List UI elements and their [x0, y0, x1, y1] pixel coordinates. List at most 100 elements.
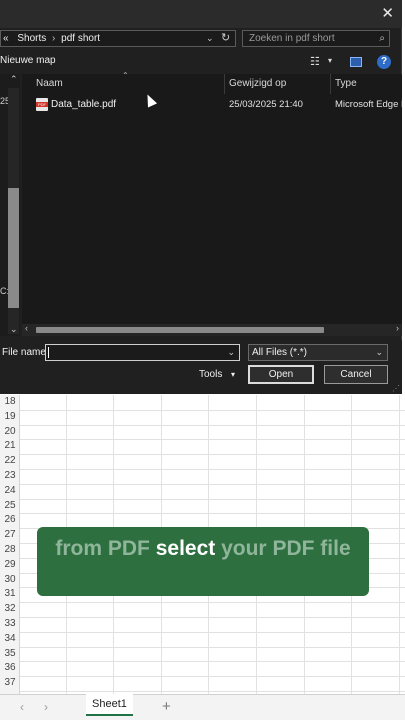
tools-dropdown-icon[interactable]: ▾ — [231, 370, 235, 379]
grid-row-line — [20, 439, 405, 441]
view-dropdown-icon[interactable]: ▾ — [328, 56, 332, 65]
file-type-dropdown-icon[interactable]: ⌄ — [375, 345, 383, 360]
scroll-right-icon[interactable]: › — [396, 323, 399, 333]
breadcrumb-separator-icon: › — [52, 33, 56, 44]
tools-menu[interactable]: Tools — [199, 369, 222, 380]
row-number[interactable]: 22 — [0, 454, 20, 469]
row-number[interactable]: 24 — [0, 484, 20, 499]
column-divider[interactable] — [224, 74, 225, 94]
scroll-left-icon[interactable]: ‹ — [25, 323, 28, 333]
nav-scroll-thumb[interactable] — [8, 188, 19, 308]
file-type-selected: All Files (*.*) — [252, 347, 308, 358]
row-number[interactable]: 25 — [0, 499, 20, 514]
caption-highlight: select — [155, 537, 216, 560]
breadcrumb-shorts[interactable]: Shorts — [17, 33, 46, 44]
row-number[interactable]: 30 — [0, 573, 20, 588]
row-number[interactable]: 19 — [0, 410, 20, 425]
sort-ascending-icon: ⌃ — [122, 71, 129, 80]
breadcrumb: « Shorts › pdf short — [3, 31, 100, 46]
grid-row-line — [20, 602, 405, 604]
search-input[interactable]: Zoeken in pdf short ⌕ — [242, 30, 390, 47]
row-number[interactable]: 32 — [0, 602, 20, 617]
navigation-pane: 25 C: ⌃ ⌄ — [0, 74, 20, 336]
breadcrumb-chevrons[interactable]: « — [3, 33, 9, 44]
row-number[interactable]: 21 — [0, 439, 20, 454]
row-number[interactable]: 28 — [0, 543, 20, 558]
next-sheet-icon[interactable]: › — [44, 700, 48, 714]
grid-row-line — [20, 676, 405, 678]
search-placeholder: Zoeken in pdf short — [249, 33, 335, 44]
file-type-select[interactable]: All Files (*.*) ⌄ — [248, 344, 388, 361]
column-header-type[interactable]: Type — [335, 78, 357, 89]
grid-column-line — [399, 395, 400, 695]
nav-scrollbar[interactable] — [8, 88, 19, 334]
cancel-button[interactable]: Cancel — [324, 365, 388, 384]
close-icon[interactable]: ✕ — [381, 4, 394, 22]
row-number[interactable]: 18 — [0, 395, 20, 410]
add-sheet-button[interactable]: + — [162, 698, 171, 715]
grid-row-line — [20, 646, 405, 648]
file-modified: 25/03/2025 21:40 — [229, 99, 303, 110]
grid-row-line — [20, 469, 405, 470]
row-number[interactable]: 36 — [0, 661, 20, 676]
nav-scroll-up-icon[interactable]: ⌃ — [10, 74, 18, 85]
grid-row-line — [20, 454, 405, 456]
dialog-title-bar: ✕ — [0, 0, 402, 28]
caption-banner: from PDF select your PDF file — [37, 527, 369, 596]
grid-row-line — [20, 424, 405, 426]
text-caret — [48, 347, 49, 358]
row-number[interactable]: 31 — [0, 587, 20, 602]
row-number[interactable]: 34 — [0, 632, 20, 647]
file-name[interactable]: Data_table.pdf — [51, 99, 116, 110]
column-divider[interactable] — [330, 74, 331, 94]
grid-row-line — [20, 631, 405, 633]
row-number[interactable]: 33 — [0, 617, 20, 632]
row-number[interactable]: 26 — [0, 513, 20, 528]
horizontal-scrollbar[interactable]: ‹ › — [22, 323, 402, 336]
row-number[interactable]: 23 — [0, 469, 20, 484]
file-list: ⌃ Naam Gewijzigd op Type PDF Data_table.… — [22, 71, 402, 336]
sheet-tab-bar: ‹ › Sheet1 + — [0, 694, 405, 720]
dialog-footer: File name: ⌄ All Files (*.*) ⌄ Tools ▾ O… — [0, 340, 402, 394]
file-name-field[interactable]: ⌄ — [45, 344, 240, 361]
grid-row-line — [20, 617, 405, 618]
help-icon[interactable]: ? — [377, 55, 391, 69]
grid-row-line — [20, 691, 405, 692]
view-options-icon[interactable]: ☷ — [310, 55, 320, 68]
caption-text-2: your PDF file — [215, 537, 351, 560]
grid-row-line — [20, 513, 405, 515]
row-number[interactable]: 35 — [0, 647, 20, 662]
preview-pane-icon[interactable] — [350, 57, 362, 67]
file-row[interactable]: PDF Data_table.pdf 25/03/2025 21:40 Micr… — [22, 96, 402, 114]
caption-text-1: from PDF — [55, 537, 156, 560]
column-header-modified[interactable]: Gewijzigd op — [229, 78, 286, 89]
dialog-toolbar: Nieuwe map ☷ ▾ ? — [0, 52, 402, 72]
grid-row-line — [20, 661, 405, 663]
horizontal-scroll-thumb[interactable] — [36, 327, 324, 333]
grid-row-line — [20, 409, 405, 411]
pdf-file-icon: PDF — [36, 98, 48, 111]
row-number[interactable]: 37 — [0, 676, 20, 691]
search-icon[interactable]: ⌕ — [379, 31, 385, 46]
file-type: Microsoft Edge PDF Document — [335, 99, 402, 110]
address-bar[interactable]: « Shorts › pdf short ⌄ ↻ — [0, 30, 236, 47]
new-folder-button[interactable]: Nieuwe map — [0, 55, 56, 66]
screen: 18 19 20 21 22 23 24 25 26 27 28 29 30 31 32 33 34 35 36 37… — [0, 0, 405, 720]
resize-grip-icon[interactable]: ⋰ — [392, 384, 400, 393]
file-open-dialog: ✕ « Shorts › pdf short ⌄ ↻ Zoeken in pdf… — [0, 0, 402, 394]
file-name-dropdown-icon[interactable]: ⌄ — [227, 345, 235, 360]
row-number[interactable]: 27 — [0, 528, 20, 543]
address-dropdown-icon[interactable]: ⌄ — [206, 31, 214, 46]
grid-row-line — [20, 498, 405, 500]
prev-sheet-icon[interactable]: ‹ — [20, 700, 24, 714]
grid-row-line — [20, 483, 405, 485]
file-name-label: File name: — [2, 347, 49, 358]
column-header-name[interactable]: Naam — [36, 78, 63, 89]
row-number[interactable]: 29 — [0, 558, 20, 573]
breadcrumb-pdf-short[interactable]: pdf short — [61, 33, 100, 44]
open-button[interactable]: Open — [248, 365, 314, 384]
nav-scroll-down-icon[interactable]: ⌄ — [10, 324, 18, 335]
row-number[interactable]: 20 — [0, 425, 20, 440]
sheet-tab-sheet1[interactable]: Sheet1 — [86, 694, 133, 716]
refresh-icon[interactable]: ↻ — [221, 31, 230, 46]
